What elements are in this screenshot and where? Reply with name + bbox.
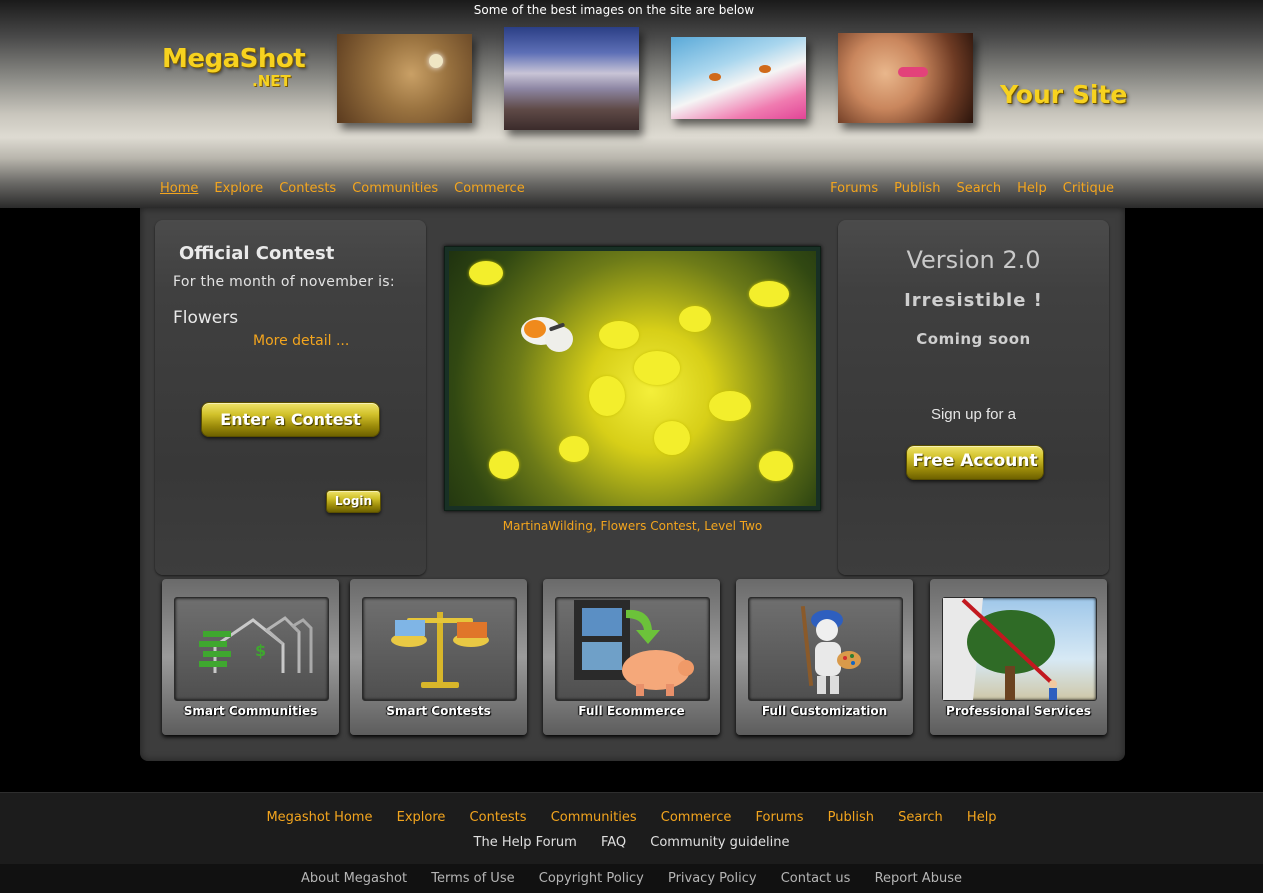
feature-tile-smart-contests[interactable]: Smart Contests xyxy=(350,579,527,735)
footer-link-megashot-home[interactable]: Megashot Home xyxy=(266,810,372,825)
version-panel: Version 2.0 Irresistible ! Coming soon S… xyxy=(838,220,1109,575)
login-button[interactable]: Login xyxy=(326,490,381,513)
featured-image[interactable] xyxy=(449,251,816,506)
feature-screen xyxy=(748,597,903,701)
footer-link-search[interactable]: Search xyxy=(898,810,943,825)
flower-petal xyxy=(589,376,625,416)
enter-contest-button[interactable]: Enter a Contest xyxy=(201,402,380,437)
scales-icon xyxy=(391,612,489,688)
site-logo[interactable]: MegaShot .NET xyxy=(162,44,306,90)
feature-label: Full Ecommerce xyxy=(578,704,685,718)
footer-legal-bar: About Megashot Terms of Use Copyright Po… xyxy=(0,864,1263,893)
nav-home[interactable]: Home xyxy=(160,181,198,196)
feature-tile-professional-services[interactable]: Professional Services xyxy=(930,579,1107,735)
footer-nav-primary: Megashot Home Explore Contests Communiti… xyxy=(0,810,1263,825)
flower-petal xyxy=(759,451,793,481)
nav-commerce[interactable]: Commerce xyxy=(454,181,525,196)
top-image-3[interactable] xyxy=(671,37,806,119)
contest-subtitle: For the month of november is: xyxy=(173,274,395,290)
feature-tile-smart-communities[interactable]: $ Smart Communities xyxy=(162,579,339,735)
featured-caption[interactable]: MartinaWilding, Flowers Contest, Level T… xyxy=(444,519,821,533)
top-image-1[interactable] xyxy=(337,34,472,123)
version-subtitle: Irresistible ! xyxy=(904,290,1043,311)
feature-label: Smart Communities xyxy=(183,704,318,718)
houses-icon: $ xyxy=(199,616,313,673)
footer-link-publish[interactable]: Publish xyxy=(828,810,874,825)
contest-title: Official Contest xyxy=(179,243,335,264)
footer-link-communities[interactable]: Communities xyxy=(551,810,637,825)
feature-tile-full-customization[interactable]: Full Customization xyxy=(736,579,913,735)
footer-link-forums[interactable]: Forums xyxy=(755,810,803,825)
featured-image-frame xyxy=(444,246,821,511)
footer-link-copyright[interactable]: Copyright Policy xyxy=(539,871,644,886)
your-site-badge: Your Site xyxy=(1000,80,1128,109)
feature-screen xyxy=(555,597,710,701)
contest-panel: Official Contest For the month of novemb… xyxy=(155,220,426,575)
footer-link-contests[interactable]: Contests xyxy=(470,810,527,825)
svg-text:$: $ xyxy=(255,641,266,660)
feature-label: Full Customization xyxy=(761,704,888,718)
flower-petal xyxy=(679,306,711,332)
footer-link-about[interactable]: About Megashot xyxy=(301,871,407,886)
flower-petal xyxy=(559,436,589,462)
footer-link-report-abuse[interactable]: Report Abuse xyxy=(875,871,962,886)
nav-publish[interactable]: Publish xyxy=(894,181,940,196)
flower-petal xyxy=(634,351,680,385)
insect-detail xyxy=(759,65,771,73)
flower-petal xyxy=(709,391,751,421)
footer-nav-legal: About Megashot Terms of Use Copyright Po… xyxy=(0,871,1263,886)
site-header: Some of the best images on the site are … xyxy=(0,0,1263,208)
flower-petal xyxy=(599,321,639,349)
footer-nav-help: The Help Forum FAQ Community guideline xyxy=(0,835,1263,850)
nav-search[interactable]: Search xyxy=(956,181,1001,196)
swimsuit-detail xyxy=(898,67,928,77)
feature-label: Professional Services xyxy=(946,704,1091,718)
footer-link-help[interactable]: Help xyxy=(967,810,997,825)
more-detail-link[interactable]: More detail ... xyxy=(253,333,349,349)
footer-link-community-guideline[interactable]: Community guideline xyxy=(650,835,789,850)
nav-critique[interactable]: Critique xyxy=(1063,181,1114,196)
signup-text: Sign up for a xyxy=(930,406,1017,423)
tree-painter-icon xyxy=(943,598,1057,700)
flower-detail xyxy=(429,54,443,68)
logo-suffix: .NET xyxy=(252,72,291,90)
flower-petal xyxy=(749,281,789,307)
top-image-4[interactable] xyxy=(838,33,973,123)
feature-tile-full-ecommerce[interactable]: Full Ecommerce xyxy=(543,579,720,735)
nav-help[interactable]: Help xyxy=(1017,181,1047,196)
footer-link-privacy[interactable]: Privacy Policy xyxy=(668,871,757,886)
nav-contests[interactable]: Contests xyxy=(279,181,336,196)
feature-label: Smart Contests xyxy=(386,704,491,718)
secondary-nav: Forums Publish Search Help Critique xyxy=(830,177,1114,196)
nav-explore[interactable]: Explore xyxy=(214,181,263,196)
site-footer: Megashot Home Explore Contests Communiti… xyxy=(0,792,1263,865)
footer-link-explore[interactable]: Explore xyxy=(397,810,446,825)
main-content: Official Contest For the month of novemb… xyxy=(140,208,1125,761)
logo-text: MegaShot xyxy=(162,44,306,74)
nav-communities[interactable]: Communities xyxy=(352,181,438,196)
flower-petal xyxy=(469,261,503,285)
feature-screen xyxy=(942,597,1097,701)
insect-detail xyxy=(709,73,721,81)
feature-screen xyxy=(362,597,517,701)
version-title: Version 2.0 xyxy=(906,246,1041,274)
header-tagline: Some of the best images on the site are … xyxy=(473,3,755,17)
main-nav: Home Explore Contests Communities Commerce xyxy=(160,177,541,196)
footer-link-faq[interactable]: FAQ xyxy=(601,835,626,850)
nav-forums[interactable]: Forums xyxy=(830,181,878,196)
footer-link-help-forum[interactable]: The Help Forum xyxy=(474,835,577,850)
butterfly-icon xyxy=(521,317,573,352)
top-image-2[interactable] xyxy=(504,27,639,130)
feature-screen: $ xyxy=(174,597,329,701)
free-account-button[interactable]: Free Account xyxy=(906,445,1044,480)
flower-petal xyxy=(654,421,690,455)
footer-link-terms[interactable]: Terms of Use xyxy=(431,871,514,886)
contest-theme: Flowers xyxy=(173,308,239,328)
film-piggybank-icon xyxy=(574,600,694,696)
footer-link-contact[interactable]: Contact us xyxy=(781,871,851,886)
flower-petal xyxy=(489,451,519,479)
coming-soon-text: Coming soon xyxy=(916,330,1031,348)
footer-link-commerce[interactable]: Commerce xyxy=(661,810,732,825)
painter-icon xyxy=(800,606,861,694)
